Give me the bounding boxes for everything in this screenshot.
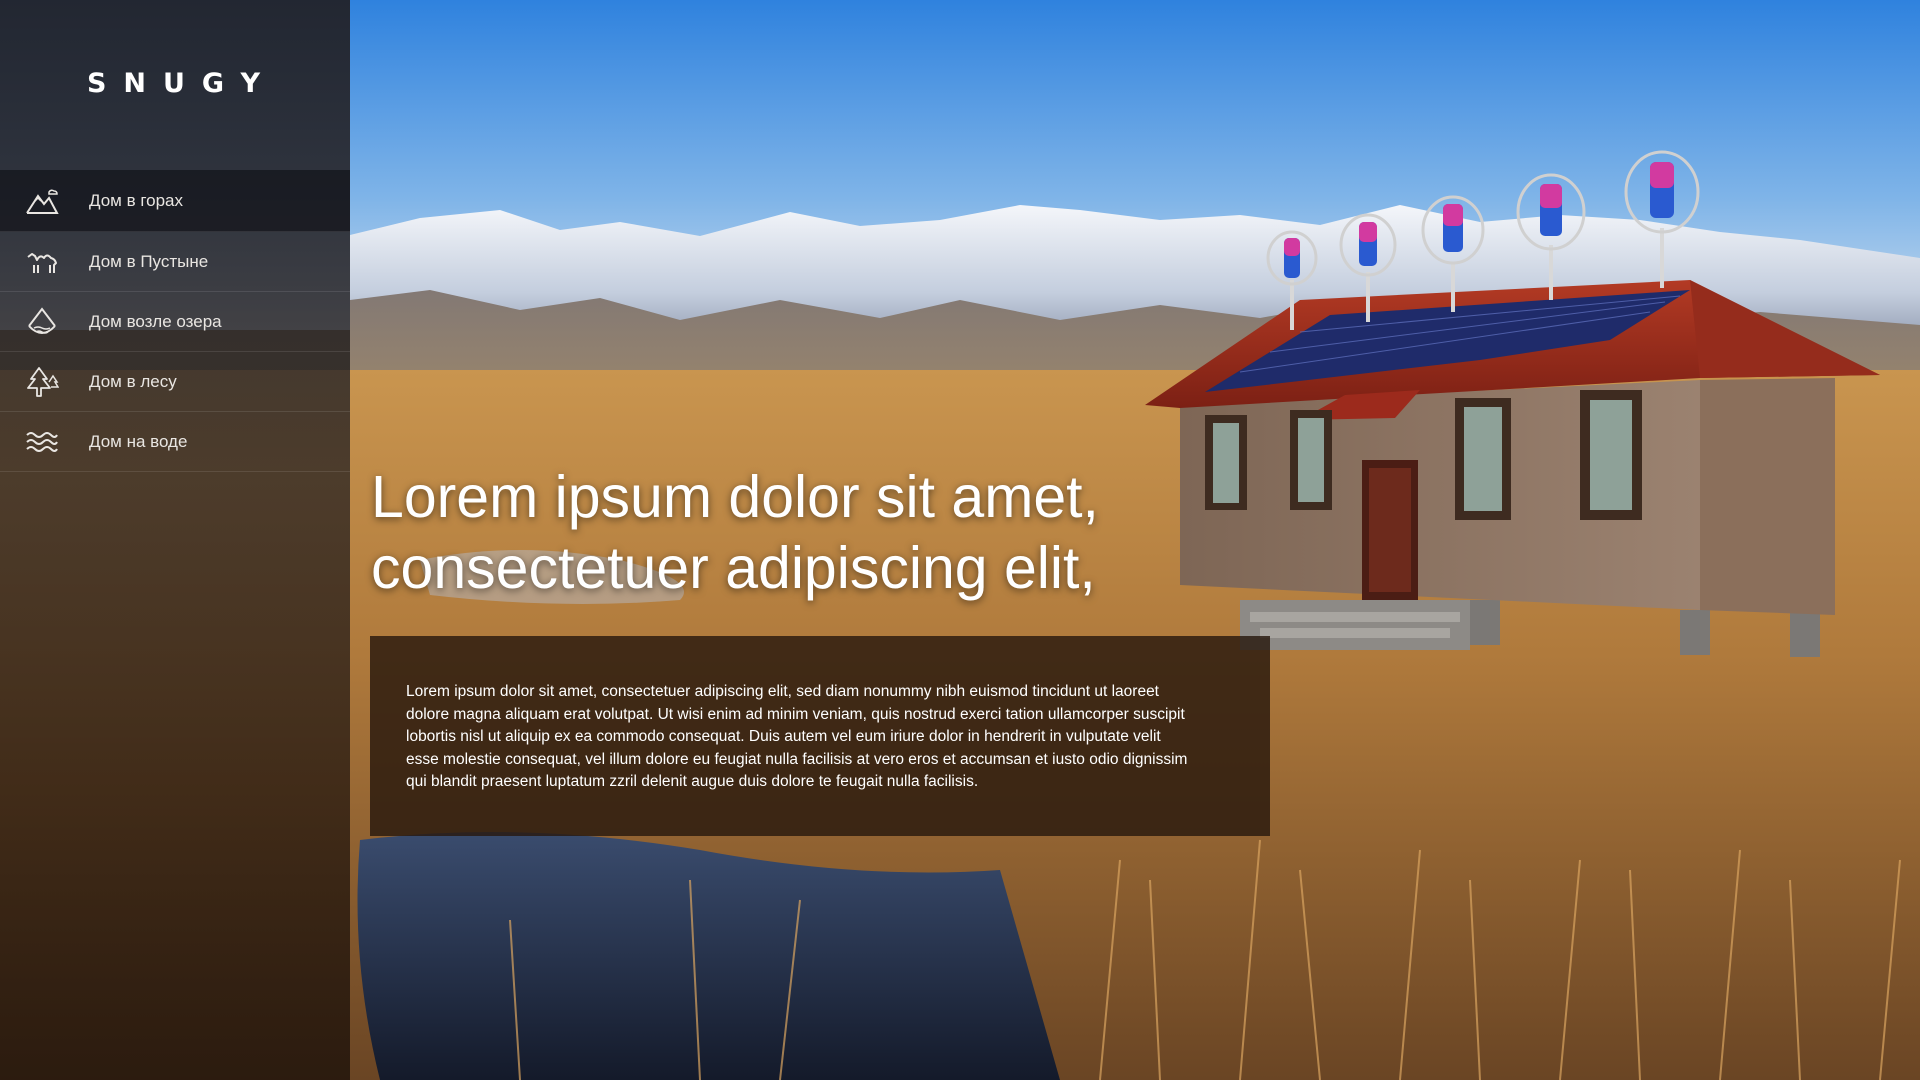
- sidebar: SNUGY Дом в горах Дом в Пустыне Дом возл…: [0, 0, 350, 1080]
- mountain-icon: [24, 185, 60, 217]
- sidebar-item-label: Дом возле озера: [89, 311, 222, 331]
- tree-icon: [24, 366, 60, 398]
- sidebar-item-label: Дом в горах: [89, 190, 184, 210]
- hero-headline: Lorem ipsum dolor sit amet, consectetuer…: [371, 462, 1271, 604]
- sidebar-item-label: Дом на воде: [89, 431, 188, 451]
- hero-description-text: Lorem ipsum dolor sit amet, consectetuer…: [406, 683, 1188, 790]
- landing-page: SNUGY Дом в горах Дом в Пустыне Дом возл…: [0, 0, 1920, 1080]
- hero-description-panel: Lorem ipsum dolor sit amet, consectetuer…: [370, 636, 1270, 836]
- hero-headline-line-1: Lorem ipsum dolor sit amet,: [371, 464, 1099, 530]
- sidebar-item-label: Дом в лесу: [89, 371, 177, 391]
- sidebar-item-label: Дом в Пустыне: [89, 251, 209, 271]
- sidebar-item-forest[interactable]: Дом в лесу: [0, 352, 350, 412]
- hero-headline-line-2: consectetuer adipiscing elit,: [371, 535, 1096, 601]
- sidebar-item-desert[interactable]: Дом в Пустыне: [0, 232, 350, 292]
- waves-icon: [24, 426, 60, 458]
- sidebar-item-mountains[interactable]: Дом в горах: [0, 170, 350, 232]
- sidebar-nav: Дом в горах Дом в Пустыне Дом возле озер…: [0, 170, 350, 472]
- lake-icon: [24, 306, 60, 338]
- brand-logo[interactable]: SNUGY: [0, 68, 350, 99]
- sidebar-item-lake[interactable]: Дом возле озера: [0, 292, 350, 352]
- sidebar-item-water[interactable]: Дом на воде: [0, 412, 350, 472]
- camel-icon: [24, 246, 60, 278]
